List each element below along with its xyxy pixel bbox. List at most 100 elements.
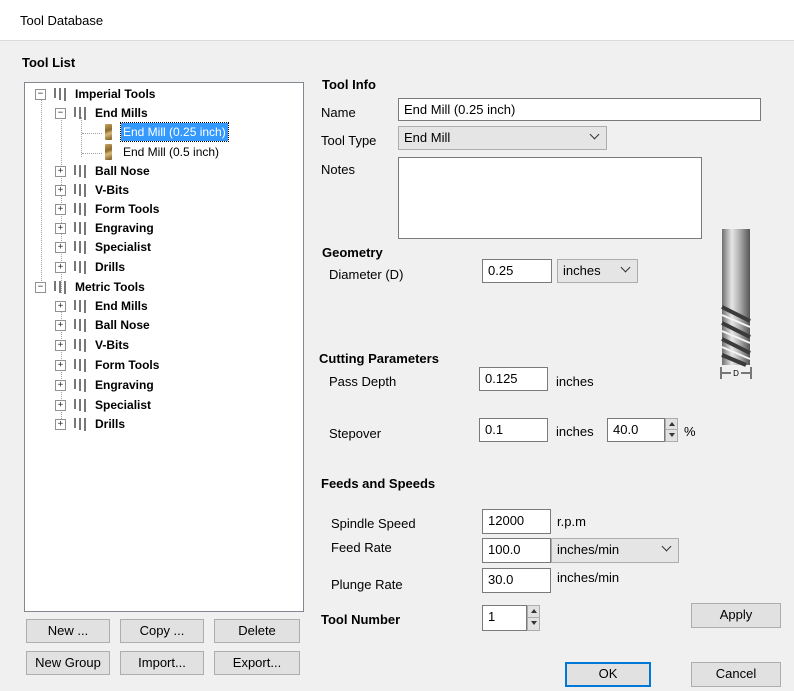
expand-icon[interactable]: +	[55, 262, 66, 273]
diameter-input[interactable]: 0.25	[482, 259, 552, 283]
notes-textarea[interactable]	[398, 157, 702, 239]
copy-tool-button[interactable]: Copy ...	[120, 619, 204, 643]
spindle-speed-label: Spindle Speed	[331, 516, 416, 531]
tree-label: End Mills	[95, 299, 148, 313]
expand-icon[interactable]: +	[55, 166, 66, 177]
new-tool-button[interactable]: New ...	[26, 619, 110, 643]
tool-group-icon	[71, 317, 89, 333]
chevron-down-icon	[589, 129, 600, 140]
pass-depth-unit: inches	[556, 374, 594, 389]
tool-group-icon	[71, 397, 89, 413]
spindle-speed-input[interactable]: 12000	[482, 509, 551, 534]
tree-label: Form Tools	[95, 358, 160, 372]
expand-icon[interactable]: +	[55, 400, 66, 411]
cancel-button[interactable]: Cancel	[691, 662, 781, 687]
tool-group-icon	[71, 182, 89, 198]
diameter-units-select[interactable]: inches	[557, 259, 638, 283]
tree-label: Ball Nose	[95, 164, 150, 178]
tree-label: Metric Tools	[75, 280, 145, 294]
expand-icon[interactable]: +	[55, 301, 66, 312]
tool-group-icon	[71, 163, 89, 179]
tree-label: Form Tools	[95, 202, 160, 216]
spin-down-icon[interactable]	[666, 430, 677, 441]
ok-button[interactable]: OK	[565, 662, 651, 687]
chevron-down-icon	[620, 262, 631, 273]
tree-label: End Mill (0.5 inch)	[123, 145, 220, 159]
expand-icon[interactable]: +	[55, 360, 66, 371]
apply-button[interactable]: Apply	[691, 603, 781, 628]
pass-depth-label: Pass Depth	[329, 374, 397, 389]
tool-group-icon	[71, 201, 89, 217]
tool-list-heading: Tool List	[22, 55, 76, 70]
collapse-icon[interactable]: −	[55, 108, 66, 119]
expand-icon[interactable]: +	[55, 380, 66, 391]
expand-icon[interactable]: +	[55, 340, 66, 351]
spin-up-icon[interactable]	[528, 606, 539, 618]
stepover-percent-spinner[interactable]	[665, 418, 678, 442]
tool-group-icon	[71, 298, 89, 314]
diameter-units-value: inches	[563, 263, 601, 278]
tree-label: Engraving	[95, 378, 154, 392]
spin-down-icon[interactable]	[528, 618, 539, 630]
tool-group-icon	[51, 86, 69, 102]
spindle-speed-unit: r.p.m	[557, 514, 586, 529]
diameter-diagram-label: D	[733, 369, 739, 378]
feed-rate-input[interactable]: 100.0	[482, 538, 551, 563]
tool-group-icon	[71, 416, 89, 432]
tool-group-icon	[71, 259, 89, 275]
tool-group-icon	[71, 337, 89, 353]
stepover-label: Stepover	[329, 426, 382, 441]
end-mill-icon	[105, 124, 112, 140]
chevron-down-icon	[661, 541, 672, 552]
tool-name-input[interactable]: End Mill (0.25 inch)	[398, 98, 761, 121]
tree-label: End Mills	[95, 106, 148, 120]
diameter-label: Diameter (D)	[329, 267, 404, 282]
expand-icon[interactable]: +	[55, 242, 66, 253]
cutting-parameters-heading: Cutting Parameters	[319, 351, 439, 366]
tree-label: Drills	[95, 260, 126, 274]
tool-type-select[interactable]: End Mill	[398, 126, 607, 150]
delete-tool-button[interactable]: Delete	[214, 619, 300, 643]
export-button[interactable]: Export...	[214, 651, 300, 675]
collapse-icon[interactable]: −	[35, 89, 46, 100]
name-label: Name	[321, 105, 356, 120]
tree-label: V-Bits	[95, 183, 130, 197]
end-mill-diagram: D	[720, 229, 752, 379]
tree-label: Engraving	[95, 221, 154, 235]
feed-rate-units-value: inches/min	[557, 542, 620, 557]
tool-type-label: Tool Type	[321, 133, 377, 148]
tree-label: V-Bits	[95, 338, 130, 352]
feed-rate-label: Feed Rate	[331, 540, 392, 555]
stepover-input[interactable]: 0.1	[479, 418, 548, 442]
notes-label: Notes	[321, 162, 355, 177]
tool-group-icon	[51, 279, 69, 295]
tree-label: Specialist	[95, 240, 152, 254]
tool-number-label: Tool Number	[321, 612, 401, 627]
tool-number-input[interactable]: 1	[482, 605, 527, 631]
import-button[interactable]: Import...	[120, 651, 204, 675]
stepover-unit: inches	[556, 424, 594, 439]
new-group-button[interactable]: New Group	[26, 651, 110, 675]
expand-icon[interactable]: +	[55, 223, 66, 234]
spin-up-icon[interactable]	[666, 419, 677, 430]
title-bar: Tool Database	[0, 0, 794, 41]
tree-label: Specialist	[95, 398, 152, 412]
stepover-percent-input[interactable]: 40.0	[607, 418, 665, 442]
collapse-icon[interactable]: −	[35, 282, 46, 293]
tool-number-spinner[interactable]	[527, 605, 540, 631]
expand-icon[interactable]: +	[55, 320, 66, 331]
tool-type-value: End Mill	[404, 130, 451, 145]
tool-group-icon	[71, 105, 89, 121]
tool-group-icon	[71, 377, 89, 393]
expand-icon[interactable]: +	[55, 204, 66, 215]
expand-icon[interactable]: +	[55, 419, 66, 430]
feed-rate-units-select[interactable]: inches/min	[551, 538, 679, 563]
tool-group-icon	[71, 357, 89, 373]
pass-depth-input[interactable]: 0.125	[479, 367, 548, 391]
plunge-rate-input[interactable]: 30.0	[482, 568, 551, 593]
window-title: Tool Database	[20, 13, 104, 28]
expand-icon[interactable]: +	[55, 185, 66, 196]
tree-label: End Mill (0.25 inch)	[120, 122, 229, 142]
percent-sign: %	[684, 424, 696, 439]
tool-tree[interactable]: − Imperial Tools − End Mills End Mill (0…	[24, 82, 304, 612]
